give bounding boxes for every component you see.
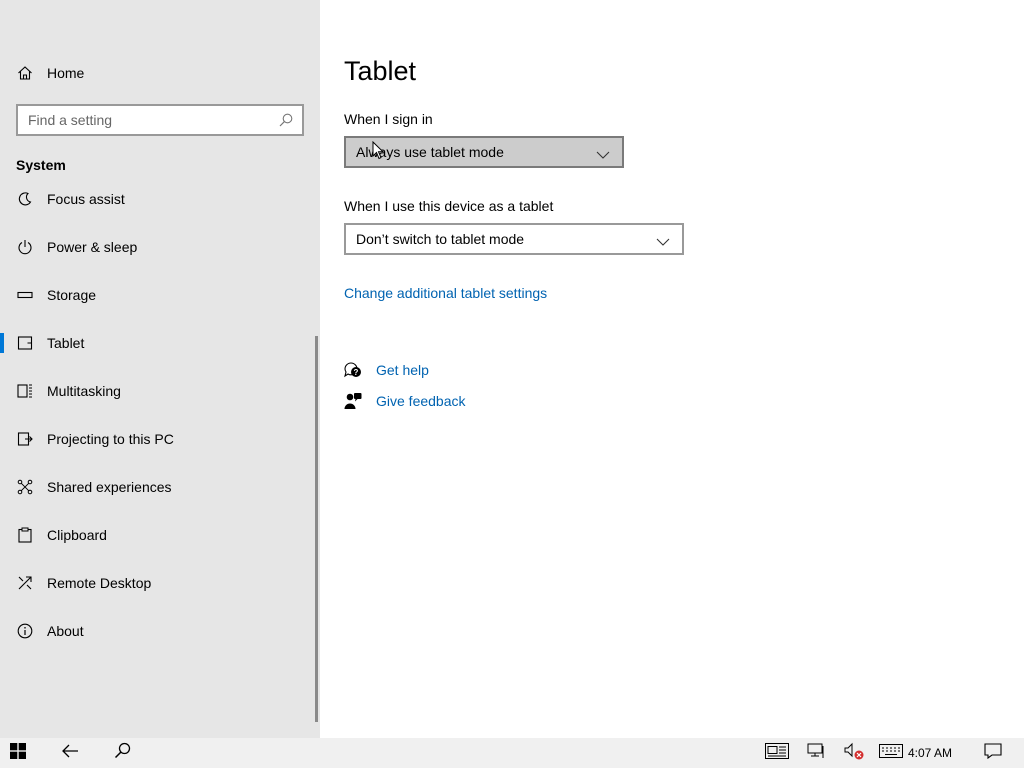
sidebar-item-power-sleep[interactable]: Power & sleep xyxy=(0,227,316,267)
projecting-icon xyxy=(16,430,34,448)
get-help-icon: ? xyxy=(344,361,362,379)
sidebar-item-remote-desktop[interactable]: Remote Desktop xyxy=(0,563,316,603)
sign-in-mode-value: Always use tablet mode xyxy=(356,144,504,160)
taskbar-clock[interactable]: 4:07 AM xyxy=(908,738,952,768)
settings-search-box[interactable] xyxy=(16,104,304,136)
tablet-switch-dropdown[interactable]: Don’t switch to tablet mode xyxy=(344,223,684,255)
power-icon xyxy=(16,238,34,256)
chevron-down-icon xyxy=(656,234,670,246)
taskbar: 4:07 AM xyxy=(0,738,1024,768)
give-feedback-row[interactable]: Give feedback xyxy=(344,389,466,413)
back-arrow-icon xyxy=(61,743,79,764)
search-icon xyxy=(114,742,131,764)
change-additional-tablet-settings-link[interactable]: Change additional tablet settings xyxy=(344,285,547,301)
main-content: Tablet When I sign in Always use tablet … xyxy=(320,0,1024,738)
windows-logo-icon xyxy=(10,742,26,764)
keyboard-icon xyxy=(879,743,903,763)
sidebar-item-label: Projecting to this PC xyxy=(47,431,174,447)
network-button[interactable] xyxy=(802,738,830,768)
back-button[interactable] xyxy=(52,738,88,768)
chevron-down-icon xyxy=(596,147,610,159)
sidebar-item-label: Remote Desktop xyxy=(47,575,152,591)
info-icon xyxy=(16,622,34,640)
sidebar-item-storage[interactable]: Storage xyxy=(0,275,316,315)
search-icon[interactable] xyxy=(278,112,294,128)
focus-assist-icon xyxy=(16,190,34,208)
sidebar-item-label: Power & sleep xyxy=(47,239,138,255)
get-help-row[interactable]: ? Get help xyxy=(344,358,429,382)
home-icon xyxy=(16,64,34,82)
clipboard-icon xyxy=(16,526,34,544)
touch-keyboard-button[interactable] xyxy=(876,738,906,768)
mouse-cursor-icon xyxy=(372,141,384,160)
action-center-button[interactable] xyxy=(978,738,1008,768)
sidebar-item-label: Focus assist xyxy=(47,191,125,207)
give-feedback-icon xyxy=(344,392,362,410)
home-nav-item[interactable]: Home xyxy=(16,60,84,86)
volume-button[interactable] xyxy=(840,738,868,768)
get-help-link[interactable]: Get help xyxy=(376,362,429,378)
sidebar-item-label: Storage xyxy=(47,287,97,303)
start-button[interactable] xyxy=(0,738,36,768)
sidebar-item-label: Multitasking xyxy=(47,383,121,399)
news-widget-button[interactable] xyxy=(762,738,792,768)
shared-experiences-icon xyxy=(16,478,34,496)
news-icon xyxy=(765,742,789,764)
home-label: Home xyxy=(47,65,85,81)
volume-muted-icon xyxy=(843,742,865,765)
sidebar-item-focus-assist[interactable]: Focus assist xyxy=(0,185,316,219)
sidebar-item-multitasking[interactable]: Multitasking xyxy=(0,371,316,411)
sidebar-item-projecting[interactable]: Projecting to this PC xyxy=(0,419,316,459)
tablet-icon xyxy=(16,334,34,352)
taskbar-search-button[interactable] xyxy=(104,738,140,768)
network-icon xyxy=(807,743,825,764)
sidebar-item-shared-experiences[interactable]: Shared experiences xyxy=(0,467,316,507)
settings-sidebar: Home System Focus assist Power & sleep S… xyxy=(0,0,320,738)
system-nav-list: Focus assist Power & sleep Storage Table… xyxy=(0,185,320,738)
sidebar-item-label: Shared experiences xyxy=(47,479,172,495)
give-feedback-link[interactable]: Give feedback xyxy=(376,393,466,409)
sidebar-item-tablet[interactable]: Tablet xyxy=(0,323,316,363)
sidebar-item-clipboard[interactable]: Clipboard xyxy=(0,515,316,555)
multitasking-icon xyxy=(16,382,34,400)
sidebar-item-label: About xyxy=(47,623,84,639)
sign-in-label: When I sign in xyxy=(344,111,433,127)
sidebar-item-label: Clipboard xyxy=(47,527,107,543)
storage-icon xyxy=(16,286,34,304)
section-title-system: System xyxy=(16,157,66,173)
notification-icon xyxy=(984,742,1002,764)
tablet-switch-value: Don’t switch to tablet mode xyxy=(356,231,525,247)
sign-in-mode-dropdown[interactable]: Always use tablet mode xyxy=(344,136,624,168)
page-title: Tablet xyxy=(344,56,417,86)
search-input[interactable] xyxy=(28,112,278,128)
device-tablet-label: When I use this device as a tablet xyxy=(344,198,554,214)
sidebar-scrollbar[interactable] xyxy=(315,336,318,722)
svg-text:?: ? xyxy=(354,368,359,377)
sidebar-item-about[interactable]: About xyxy=(0,611,316,651)
remote-desktop-icon xyxy=(16,574,34,592)
sidebar-item-label: Tablet xyxy=(47,335,85,351)
